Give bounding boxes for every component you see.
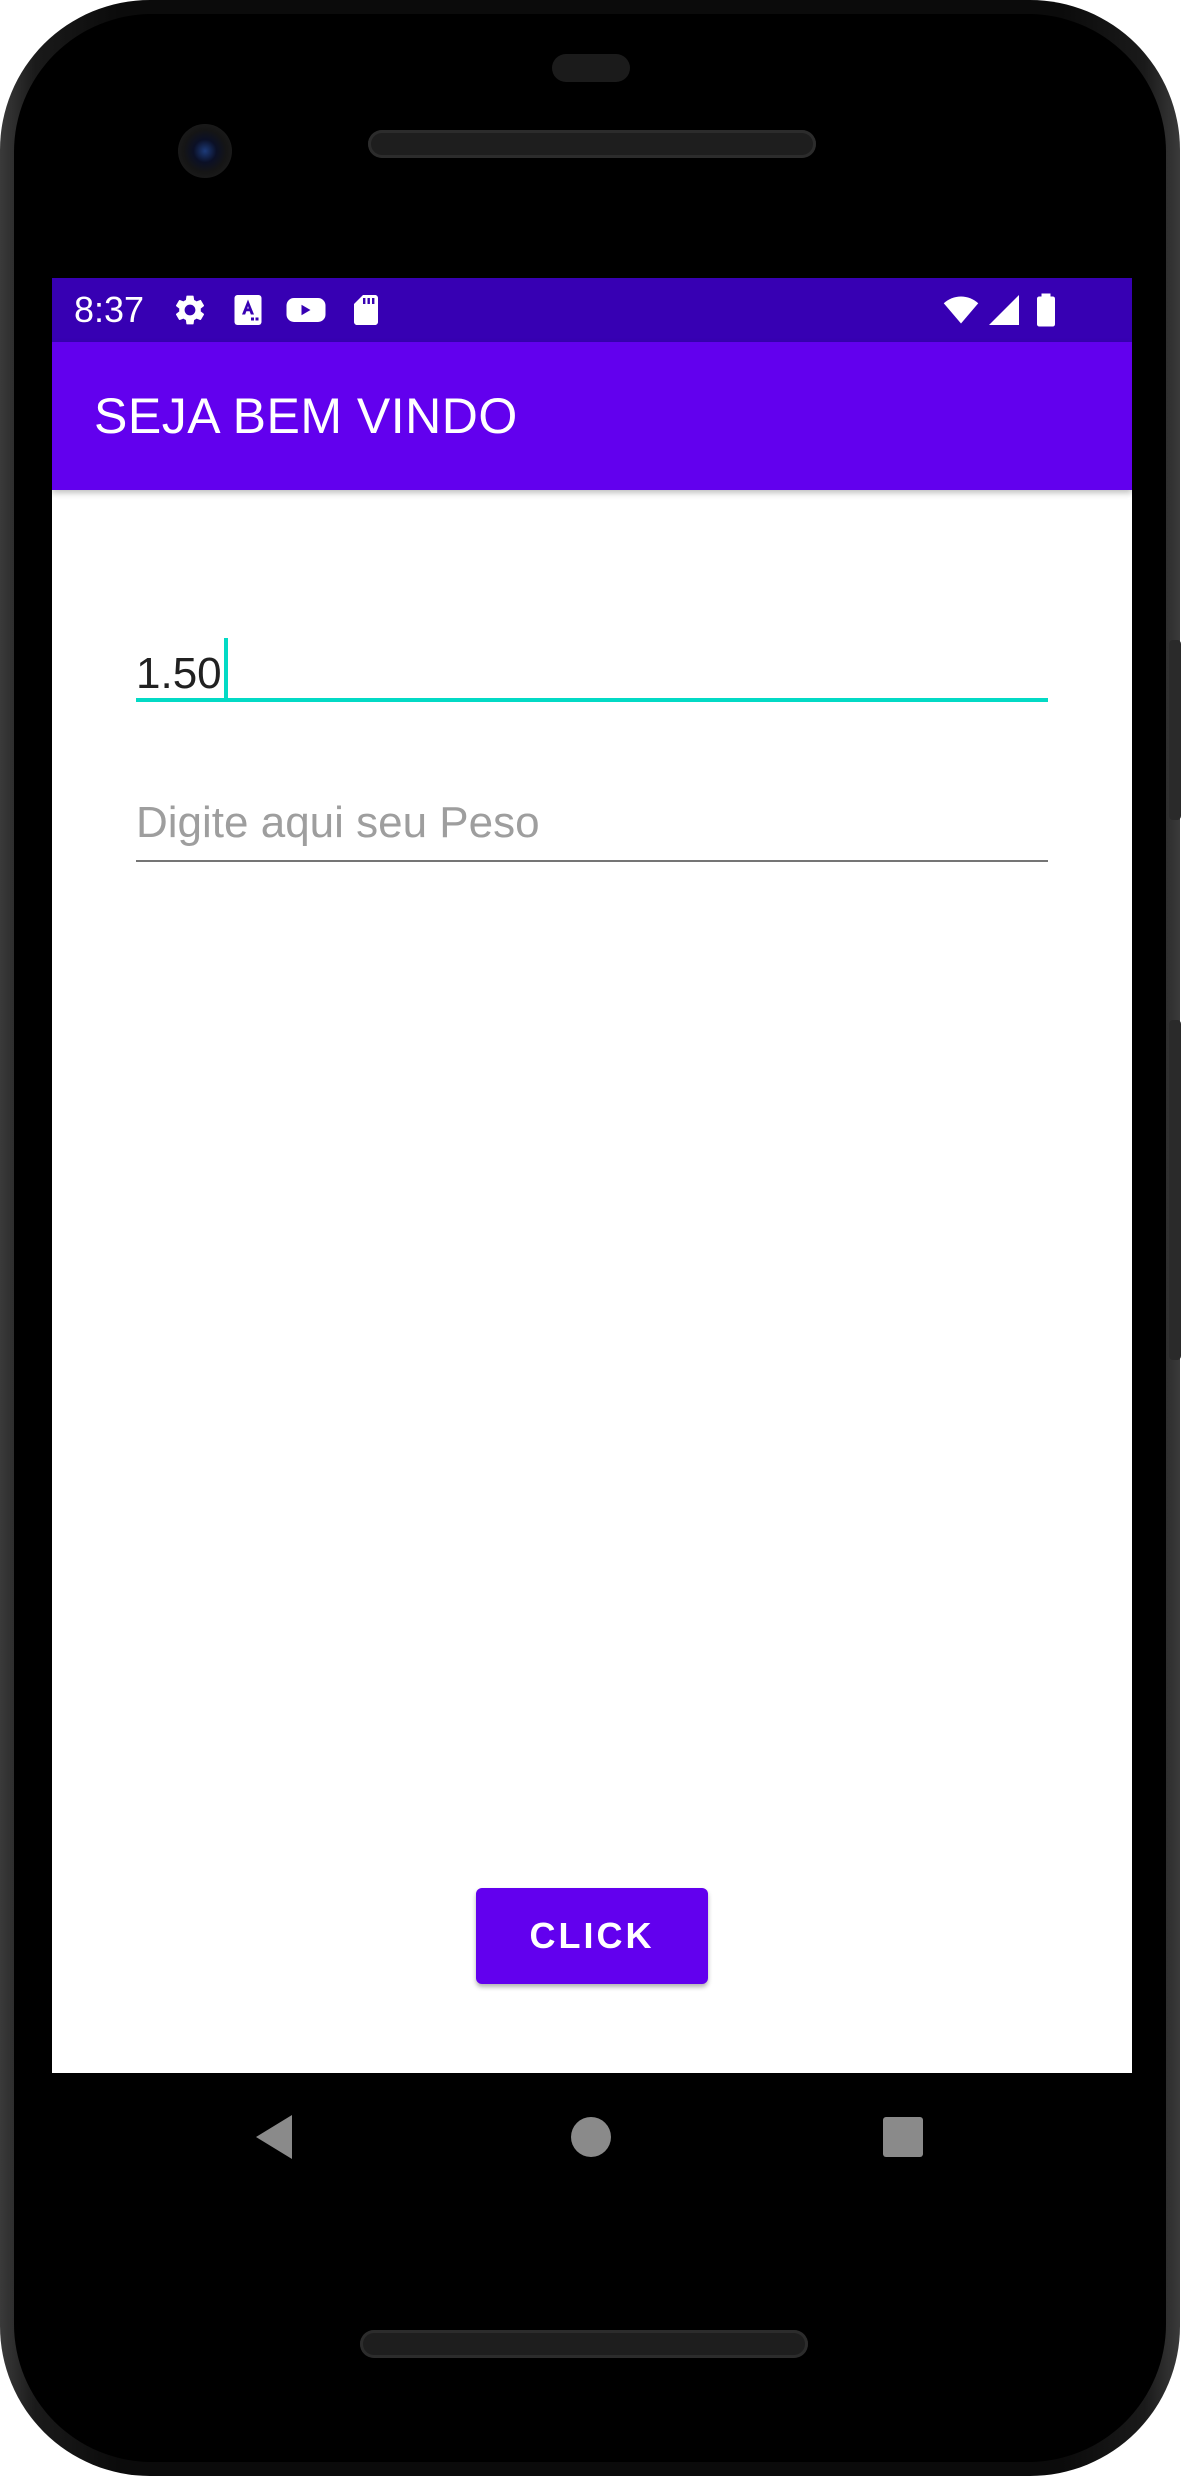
volume-button [1169,1020,1181,1360]
phone-frame: 8:37 SEJA BEM VINDO 1.50 Digite aqui seu… [0,0,1181,2476]
translate-a-icon [234,295,262,325]
status-bar: 8:37 [52,278,1132,342]
proximity-sensor [552,54,630,82]
height-input-underline [136,698,1048,702]
device-screen: 8:37 SEJA BEM VINDO 1.50 Digite aqui seu… [52,278,1132,2073]
app-bar: SEJA BEM VINDO [52,342,1132,490]
settings-icon [175,295,205,325]
cellular-signal-icon [989,295,1019,325]
sd-card-icon [354,295,378,325]
battery-icon [1037,293,1055,327]
weight-input[interactable]: Digite aqui seu Peso [136,778,1048,862]
weight-input-underline [136,860,1048,862]
youtube-icon [286,298,326,322]
home-icon[interactable] [570,2116,612,2158]
bottom-speaker-grille [360,2330,808,2358]
height-input-value: 1.50 [136,638,228,700]
front-camera [178,124,232,178]
recents-icon[interactable] [882,2116,924,2158]
click-button[interactable]: CLICK [476,1888,708,1984]
weight-input-placeholder: Digite aqui seu Peso [136,798,540,847]
status-time: 8:37 [74,289,145,330]
app-title: SEJA BEM VINDO [94,388,518,444]
wifi-icon [943,296,979,324]
top-speaker-grille [368,130,816,158]
back-icon[interactable] [252,2112,296,2162]
height-input[interactable]: 1.50 [136,618,1048,702]
text-caret [223,638,228,700]
power-button [1169,640,1181,820]
